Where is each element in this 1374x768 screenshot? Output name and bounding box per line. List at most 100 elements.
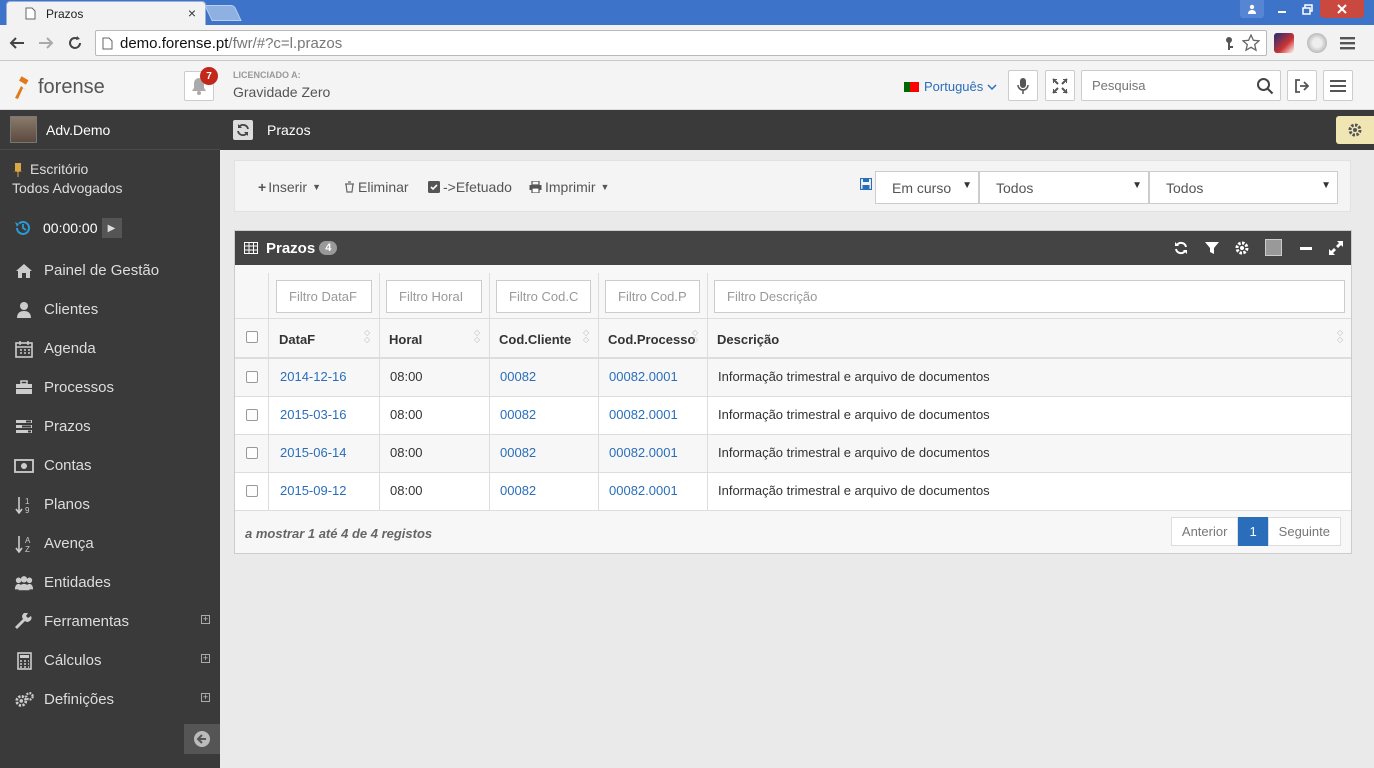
fullscreen-button[interactable] [1045, 70, 1075, 101]
new-tab-button[interactable] [204, 5, 242, 21]
address-bar[interactable]: demo.forense.pt/fwr/#?c=l.prazos [95, 30, 1267, 56]
microphone-button[interactable] [1008, 70, 1038, 101]
filter-description-input[interactable]: Filtro Descrição [714, 280, 1345, 313]
window-user-icon[interactable] [1240, 0, 1264, 18]
table-row[interactable]: 2015-06-14 08:00 00082 00082.0001 Inform… [235, 435, 1351, 473]
extension-icon-2[interactable] [1307, 33, 1327, 53]
cell-date[interactable]: 2015-09-12 [280, 483, 347, 498]
cell-client[interactable]: 00082 [500, 407, 536, 422]
sidebar-item-planos[interactable]: 19 Planos [0, 485, 220, 524]
filter-select-2[interactable]: Todos ▼ [1149, 171, 1338, 204]
menu-button[interactable] [1323, 70, 1353, 101]
cell-description: Informação trimestral e arquivo de docum… [718, 407, 990, 422]
delete-button[interactable]: Eliminar [344, 179, 409, 195]
sidebar-item-contas[interactable]: Contas [0, 446, 220, 485]
row-checkbox[interactable] [246, 371, 258, 383]
print-button[interactable]: Imprimir ▼ [529, 179, 609, 195]
cell-client[interactable]: 00082 [500, 445, 536, 460]
window-close-icon[interactable] [1320, 0, 1364, 18]
column-header-dataf[interactable]: DataF [279, 332, 315, 347]
play-icon[interactable]: ▶ [101, 218, 122, 238]
cell-client[interactable]: 00082 [500, 483, 536, 498]
status-select[interactable]: Em curso ▼ [875, 171, 979, 204]
cell-date[interactable]: 2015-03-16 [280, 407, 347, 422]
filter-time-input[interactable]: Filtro HoraI [386, 280, 482, 313]
chrome-menu-icon[interactable] [1340, 35, 1356, 51]
sidebar-item-painel[interactable]: Painel de Gestão [0, 251, 220, 290]
row-checkbox[interactable] [246, 485, 258, 497]
sidebar-item-calculos[interactable]: Cálculos + [0, 641, 220, 680]
insert-button[interactable]: + Inserir ▼ [258, 179, 321, 195]
gear-icon[interactable] [1234, 240, 1250, 256]
filter-process-input[interactable]: Filtro Cod.P [605, 280, 700, 313]
expand-icon[interactable]: + [201, 615, 210, 624]
page-settings-button[interactable] [1336, 116, 1374, 144]
cell-process[interactable]: 00082.0001 [609, 483, 678, 498]
cell-process[interactable]: 00082.0001 [609, 407, 678, 422]
reload-icon[interactable] [66, 34, 84, 52]
table-row[interactable]: 2015-09-12 08:00 00082 00082.0001 Inform… [235, 473, 1351, 511]
sidebar-item-ferramentas[interactable]: Ferramentas + [0, 602, 220, 641]
column-header-cod-cliente[interactable]: Cod.Cliente [499, 332, 571, 347]
forward-icon[interactable] [37, 34, 55, 52]
mark-done-button[interactable]: ->Efetuado [428, 179, 512, 195]
expand-icon[interactable]: + [201, 693, 210, 702]
fullscreen-icon[interactable] [1328, 240, 1344, 256]
cell-process[interactable]: 00082.0001 [609, 445, 678, 460]
cell-date[interactable]: 2015-06-14 [280, 445, 347, 460]
minimize-icon[interactable] [1298, 240, 1314, 256]
sidebar-item-clientes[interactable]: Clientes [0, 290, 220, 329]
browser-tab[interactable]: Prazos × [6, 1, 206, 25]
office-selector[interactable]: Escritório Todos Advogados [0, 150, 220, 198]
sidebar-item-prazos[interactable]: Prazos [0, 407, 220, 446]
window-restore-icon[interactable] [1295, 0, 1319, 18]
sidebar-item-avenca[interactable]: AZ Avença [0, 524, 220, 563]
row-checkbox[interactable] [246, 409, 258, 421]
table-row[interactable]: 2015-03-16 08:00 00082 00082.0001 Inform… [235, 397, 1351, 435]
sort-icon[interactable]: ◇ ◇ [692, 329, 702, 345]
save-icon[interactable] [860, 178, 872, 190]
back-icon[interactable] [8, 34, 26, 52]
refresh-button[interactable] [233, 120, 253, 140]
page-1-button[interactable]: 1 [1238, 517, 1268, 546]
bookmark-star-icon[interactable] [1242, 34, 1260, 52]
filter-date-input[interactable]: Filtro DataF [276, 280, 372, 313]
cell-date[interactable]: 2014-12-16 [280, 369, 347, 384]
select-all-checkbox[interactable] [246, 331, 258, 343]
table-row[interactable]: 2014-12-16 08:00 00082 00082.0001 Inform… [235, 359, 1351, 397]
filter-client-input[interactable]: Filtro Cod.C [496, 280, 591, 313]
forense-logo[interactable]: forense [12, 73, 127, 101]
sidebar-item-entidades[interactable]: Entidades [0, 563, 220, 602]
tab-close-icon[interactable]: × [188, 6, 196, 20]
row-checkbox[interactable] [246, 447, 258, 459]
cell-client[interactable]: 00082 [500, 369, 536, 384]
language-selector[interactable]: Português [904, 79, 997, 94]
search-icon[interactable] [1256, 77, 1274, 95]
sidebar-item-definicoes[interactable]: Definições + [0, 680, 220, 719]
lawyers-label: Todos Advogados [12, 180, 123, 196]
cell-process[interactable]: 00082.0001 [609, 369, 678, 384]
logout-button[interactable] [1287, 70, 1317, 101]
sidebar-item-processos[interactable]: Processos [0, 368, 220, 407]
filter-icon[interactable] [1204, 240, 1220, 256]
prev-page-button[interactable]: Anterior [1170, 517, 1239, 546]
sort-icon[interactable]: ◇ ◇ [1337, 329, 1347, 345]
expand-icon[interactable]: + [201, 654, 210, 663]
sort-icon[interactable]: ◇ ◇ [364, 329, 374, 345]
color-picker-swatch[interactable] [1265, 239, 1282, 256]
sidebar-item-agenda[interactable]: Agenda [0, 329, 220, 368]
column-header-horai[interactable]: HoraI [389, 332, 422, 347]
search-input[interactable] [1082, 71, 1242, 100]
filter-select-1[interactable]: Todos ▼ [979, 171, 1149, 204]
user-profile[interactable]: Adv.Demo [0, 110, 220, 150]
window-minimize-icon[interactable] [1270, 0, 1294, 18]
next-page-button[interactable]: Seguinte [1267, 517, 1341, 546]
key-icon[interactable] [1224, 36, 1234, 51]
collapse-sidebar-button[interactable] [184, 724, 220, 754]
column-header-cod-processo[interactable]: Cod.Processo [608, 332, 695, 347]
extension-icon[interactable] [1274, 33, 1294, 53]
column-header-descricao[interactable]: Descrição [717, 332, 779, 347]
refresh-icon[interactable] [1173, 240, 1189, 256]
sort-icon[interactable]: ◇ ◇ [474, 329, 484, 345]
sort-icon[interactable]: ◇ ◇ [583, 329, 593, 345]
